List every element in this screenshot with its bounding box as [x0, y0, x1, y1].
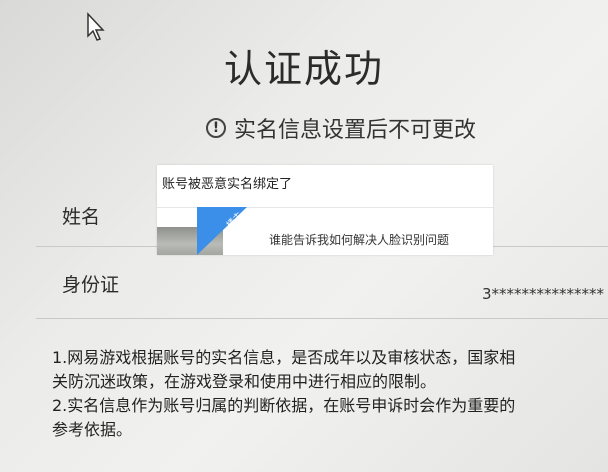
note-line: 1.网易游戏根据账号的实名信息，是否成年以及审核状态，国家相 — [52, 348, 516, 367]
forum-post-overlay[interactable]: 账号被恶意实名绑定了 楼主 谁能告诉我如何解决人脸识别问题 — [157, 165, 493, 255]
divider — [36, 318, 608, 319]
warning-icon: ! — [206, 118, 226, 138]
page-title: 认证成功 — [223, 47, 384, 91]
id-value: 3*************** — [482, 285, 605, 303]
post-link[interactable]: 谁能告诉我如何解决人脸识别问题 — [269, 231, 449, 248]
op-badge: 楼主 — [197, 207, 247, 255]
id-label: 身份证 — [62, 274, 120, 296]
info-notes: 1.网易游戏根据账号的实名信息，是否成年以及审核状态，国家相 关防沉迷政策，在游… — [52, 346, 608, 442]
note-line: 关防沉迷政策，在游戏登录和使用中进行相应的限制。 — [52, 372, 437, 391]
note-line: 2.实名信息作为账号归属的判断依据，在账号申诉时会作为重要的 — [52, 396, 516, 415]
notice: ! 实名信息设置后不可更改 — [206, 112, 476, 144]
post-title: 账号被恶意实名绑定了 — [162, 177, 293, 192]
notice-text: 实名信息设置后不可更改 — [234, 118, 477, 143]
note-line: 参考依据。 — [52, 420, 133, 439]
name-label: 姓名 — [62, 206, 101, 228]
